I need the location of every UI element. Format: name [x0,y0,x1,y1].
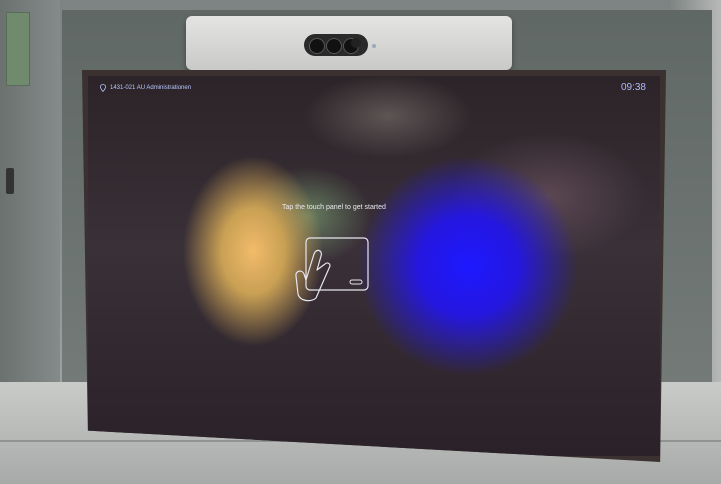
wall-bracket [6,168,14,194]
camera-lens [326,38,342,54]
video-conference-camera-bar [186,16,512,70]
touch-panel-tap-icon [295,237,369,302]
wall-picture-edge [6,12,30,86]
room-name: 1431-021 AU Administrationen [110,85,192,91]
status-led [372,44,376,48]
clock: 09:38 [620,82,646,93]
location-pin-icon [100,84,106,92]
wall-display: 1431-021 AU Administrationen 09:38 Tap t… [82,70,666,462]
get-started-prompt: Tap the touch panel to get started [282,204,386,211]
camera-sensor [351,38,361,48]
room-name-bar: 1431-021 AU Administrationen [100,84,191,92]
display-screen: 1431-021 AU Administrationen 09:38 Tap t… [88,76,660,456]
camera-lens [309,38,325,54]
